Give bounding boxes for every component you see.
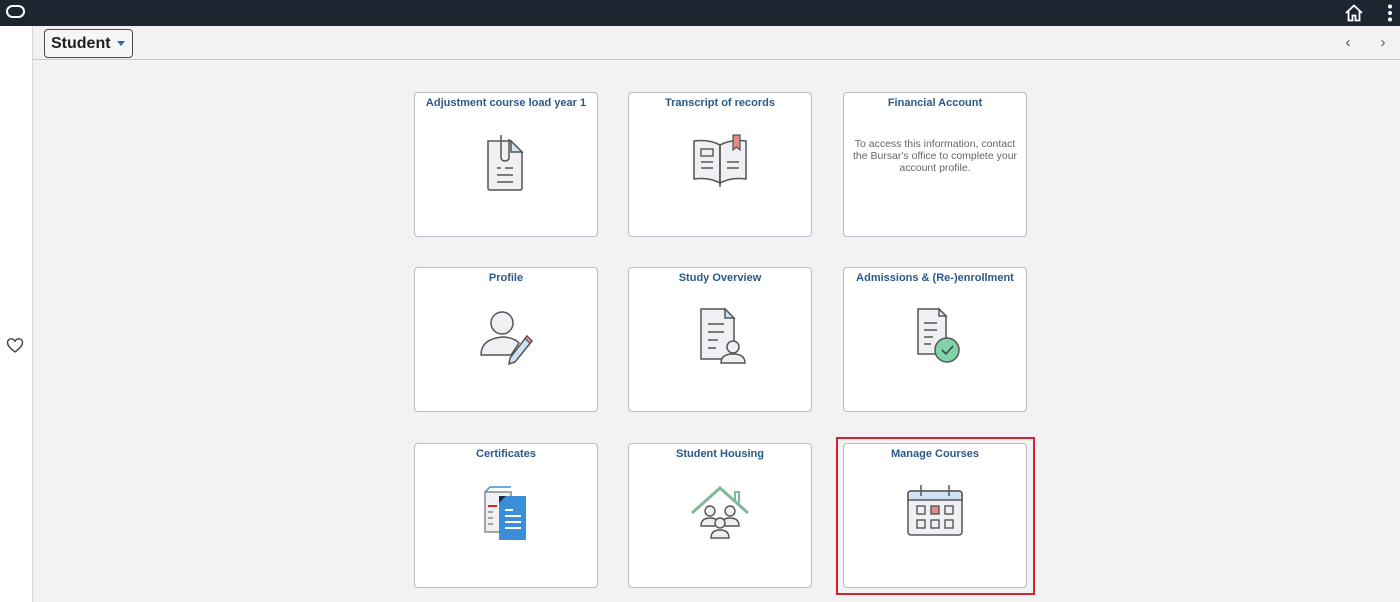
tile-study-overview[interactable]: Study Overview bbox=[628, 267, 812, 412]
document-user-icon bbox=[700, 307, 746, 364]
calendar-icon bbox=[907, 485, 963, 536]
house-people-icon bbox=[691, 485, 749, 539]
tile-title: Transcript of records bbox=[664, 97, 776, 109]
open-book-icon bbox=[693, 134, 747, 187]
tile-title: Financial Account bbox=[887, 97, 983, 109]
user-edit-icon bbox=[480, 311, 534, 366]
tile-title: Admissions & (Re-)enrollment bbox=[856, 272, 1014, 284]
tile-title: Student Housing bbox=[676, 448, 764, 460]
tile-adjustment-course-load[interactable]: Adjustment course load year 1 bbox=[414, 92, 598, 237]
documents-icon bbox=[484, 486, 526, 540]
homepage-header: Student ‹ › bbox=[33, 26, 1400, 60]
tile-admissions-reenrollment[interactable]: Admissions & (Re-)enrollment bbox=[843, 267, 1027, 412]
tile-financial-account[interactable]: Financial Account To access this informa… bbox=[843, 92, 1027, 237]
more-vertical-icon[interactable] bbox=[1384, 3, 1396, 23]
tile-title: Study Overview bbox=[678, 272, 762, 284]
caret-down-icon bbox=[116, 41, 125, 46]
left-rail bbox=[0, 26, 33, 602]
homepage-selector[interactable]: Student bbox=[44, 29, 133, 58]
tile-title: Profile bbox=[488, 272, 524, 284]
top-banner bbox=[0, 0, 1400, 26]
tile-certificates[interactable]: Certificates bbox=[414, 443, 598, 588]
oracle-logo-icon[interactable] bbox=[6, 5, 25, 18]
homepage-selector-label: Student bbox=[51, 34, 111, 52]
tile-manage-courses[interactable]: Manage Courses bbox=[843, 443, 1027, 588]
tile-student-housing[interactable]: Student Housing bbox=[628, 443, 812, 588]
heart-icon[interactable] bbox=[6, 337, 24, 354]
tile-title: Certificates bbox=[476, 448, 536, 460]
tile-profile[interactable]: Profile bbox=[414, 267, 598, 412]
document-check-icon bbox=[917, 307, 960, 363]
next-homepage-button[interactable]: › bbox=[1376, 35, 1390, 51]
tile-transcript-of-records[interactable]: Transcript of records bbox=[628, 92, 812, 237]
previous-homepage-button[interactable]: ‹ bbox=[1341, 35, 1355, 51]
attachment-document-icon bbox=[487, 135, 524, 191]
tile-message: To access this information, contact the … bbox=[852, 138, 1018, 174]
home-icon[interactable] bbox=[1344, 3, 1364, 23]
tile-title: Adjustment course load year 1 bbox=[425, 97, 587, 109]
tile-title: Manage Courses bbox=[890, 448, 980, 460]
